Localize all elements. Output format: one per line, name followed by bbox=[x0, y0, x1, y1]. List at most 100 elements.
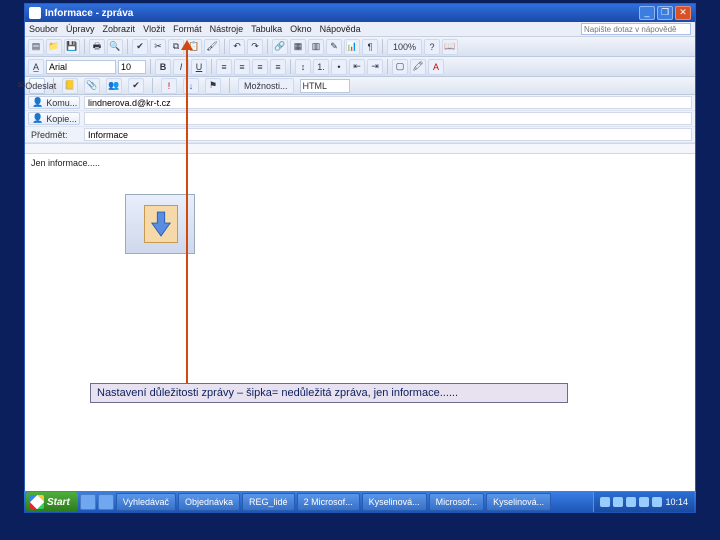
attach-icon[interactable]: 📎 bbox=[84, 78, 100, 94]
bold-icon[interactable]: B bbox=[155, 59, 171, 75]
send-button[interactable]: ✉ Odeslat bbox=[29, 78, 45, 94]
send-icon: ✉ bbox=[18, 80, 26, 91]
hyperlink-icon[interactable]: 🔗 bbox=[272, 39, 288, 55]
task-item[interactable]: Vyhledávač bbox=[116, 493, 176, 511]
menu-format[interactable]: Formát bbox=[173, 24, 202, 34]
maximize-button[interactable]: ❐ bbox=[657, 6, 673, 20]
help-icon[interactable]: ? bbox=[424, 39, 440, 55]
align-center-icon[interactable]: ≡ bbox=[234, 59, 250, 75]
undo-icon[interactable]: ↶ bbox=[229, 39, 245, 55]
font-color-icon[interactable]: A bbox=[428, 59, 444, 75]
caption-box: Nastavení důležitosti zprávy – šipka= ne… bbox=[90, 383, 568, 403]
redo-icon[interactable]: ↷ bbox=[247, 39, 263, 55]
tray-icon[interactable] bbox=[613, 497, 623, 507]
close-button[interactable]: ✕ bbox=[675, 6, 691, 20]
justify-icon[interactable]: ≡ bbox=[270, 59, 286, 75]
new-icon[interactable]: ▤ bbox=[28, 39, 44, 55]
outlook-message-window: Informace - zpráva _ ❐ ✕ Soubor Úpravy Z… bbox=[24, 3, 696, 513]
cc-input[interactable] bbox=[84, 112, 692, 125]
titlebar: Informace - zpráva _ ❐ ✕ bbox=[25, 4, 695, 22]
styles-icon[interactable]: A̲ bbox=[28, 59, 44, 75]
highlight-icon[interactable]: 🖍 bbox=[410, 59, 426, 75]
cc-button[interactable]: 👤 Kopie... bbox=[28, 112, 80, 125]
quicklaunch-icon[interactable] bbox=[98, 494, 114, 510]
read-icon[interactable]: 📖 bbox=[442, 39, 458, 55]
menu-edit[interactable]: Úpravy bbox=[66, 24, 95, 34]
cut-icon[interactable]: ✂ bbox=[150, 39, 166, 55]
to-button[interactable]: 👤 Komu... bbox=[28, 96, 80, 109]
task-item[interactable]: Objednávka bbox=[178, 493, 240, 511]
numbering-icon[interactable]: 1. bbox=[313, 59, 329, 75]
open-icon[interactable]: 📁 bbox=[46, 39, 62, 55]
menu-insert[interactable]: Vložit bbox=[143, 24, 165, 34]
print-icon[interactable]: 🖶 bbox=[89, 39, 105, 55]
app-icon bbox=[29, 7, 41, 19]
menu-tools[interactable]: Nástroje bbox=[210, 24, 244, 34]
align-left-icon[interactable]: ≡ bbox=[216, 59, 232, 75]
window-title: Informace - zpráva bbox=[45, 8, 635, 19]
system-tray: 10:14 bbox=[593, 492, 694, 512]
menu-table[interactable]: Tabulka bbox=[251, 24, 282, 34]
annotation-arrow bbox=[186, 44, 188, 384]
to-label: Komu... bbox=[46, 98, 77, 108]
contact-icon: 👤 bbox=[32, 113, 43, 124]
importance-low-callout bbox=[125, 194, 195, 254]
quicklaunch-icon[interactable] bbox=[80, 494, 96, 510]
subject-label: Předmět: bbox=[28, 128, 80, 141]
accounts-icon[interactable]: 📒 bbox=[62, 78, 78, 94]
formatting-toolbar: A̲ Arial 10 B I U ≡ ≡ ≡ ≡ ↕ 1. • ⇤ ⇥ ▢ 🖍… bbox=[25, 57, 695, 77]
annotation-arrow-head bbox=[181, 40, 193, 50]
contact-icon: 👤 bbox=[32, 97, 43, 108]
columns-icon[interactable]: ▥ bbox=[308, 39, 324, 55]
cc-label: Kopie... bbox=[46, 114, 77, 124]
menu-view[interactable]: Zobrazit bbox=[103, 24, 136, 34]
outdent-icon[interactable]: ⇤ bbox=[349, 59, 365, 75]
chart-icon[interactable]: 📊 bbox=[344, 39, 360, 55]
font-name-selector[interactable]: Arial bbox=[46, 60, 116, 74]
spell-icon[interactable]: ✔ bbox=[132, 39, 148, 55]
flag-icon[interactable]: ⚑ bbox=[205, 78, 221, 94]
align-right-icon[interactable]: ≡ bbox=[252, 59, 268, 75]
to-input[interactable]: lindnerova.d@kr-t.cz bbox=[84, 96, 692, 109]
borders-icon[interactable]: ▢ bbox=[392, 59, 408, 75]
importance-high-icon[interactable]: ! bbox=[161, 78, 177, 94]
help-search-input[interactable] bbox=[581, 23, 691, 35]
menu-window[interactable]: Okno bbox=[290, 24, 312, 34]
ruler bbox=[25, 144, 695, 154]
tray-icon[interactable] bbox=[626, 497, 636, 507]
task-item[interactable]: Kyselinová... bbox=[362, 493, 427, 511]
format-painter-icon[interactable]: 🖌 bbox=[204, 39, 220, 55]
underline-icon[interactable]: U bbox=[191, 59, 207, 75]
minimize-button[interactable]: _ bbox=[639, 6, 655, 20]
tray-icon[interactable] bbox=[600, 497, 610, 507]
font-size-selector[interactable]: 10 bbox=[118, 60, 146, 74]
save-icon[interactable]: 💾 bbox=[64, 39, 80, 55]
indent-icon[interactable]: ⇥ bbox=[367, 59, 383, 75]
tray-icon[interactable] bbox=[652, 497, 662, 507]
start-button[interactable]: Start bbox=[26, 492, 78, 512]
options-button[interactable]: Možnosti... bbox=[238, 78, 294, 94]
zoom-selector[interactable]: 100% bbox=[387, 39, 422, 55]
taskbar: Start Vyhledávač Objednávka REG_lidé 2 M… bbox=[24, 491, 696, 513]
menu-file[interactable]: Soubor bbox=[29, 24, 58, 34]
tray-icon[interactable] bbox=[639, 497, 649, 507]
addressbook-icon[interactable]: 👥 bbox=[106, 78, 122, 94]
task-item[interactable]: Microsof... bbox=[429, 493, 485, 511]
bullets-icon[interactable]: • bbox=[331, 59, 347, 75]
message-body[interactable]: Jen informace..... bbox=[25, 154, 695, 498]
format-selector[interactable]: HTML bbox=[300, 79, 350, 93]
table-icon[interactable]: ▦ bbox=[290, 39, 306, 55]
task-item[interactable]: 2 Microsof... bbox=[297, 493, 360, 511]
preview-icon[interactable]: 🔍 bbox=[107, 39, 123, 55]
task-item[interactable]: REG_lidé bbox=[242, 493, 295, 511]
clock: 10:14 bbox=[665, 497, 688, 507]
check-names-icon[interactable]: ✔ bbox=[128, 78, 144, 94]
line-spacing-icon[interactable]: ↕ bbox=[295, 59, 311, 75]
drawing-icon[interactable]: ✎ bbox=[326, 39, 342, 55]
subject-input[interactable]: Informace bbox=[84, 128, 692, 141]
show-marks-icon[interactable]: ¶ bbox=[362, 39, 378, 55]
task-item[interactable]: Kyselinová... bbox=[486, 493, 551, 511]
menubar: Soubor Úpravy Zobrazit Vložit Formát Nás… bbox=[25, 22, 695, 37]
body-text: Jen informace..... bbox=[31, 158, 100, 168]
menu-help[interactable]: Nápověda bbox=[320, 24, 361, 34]
